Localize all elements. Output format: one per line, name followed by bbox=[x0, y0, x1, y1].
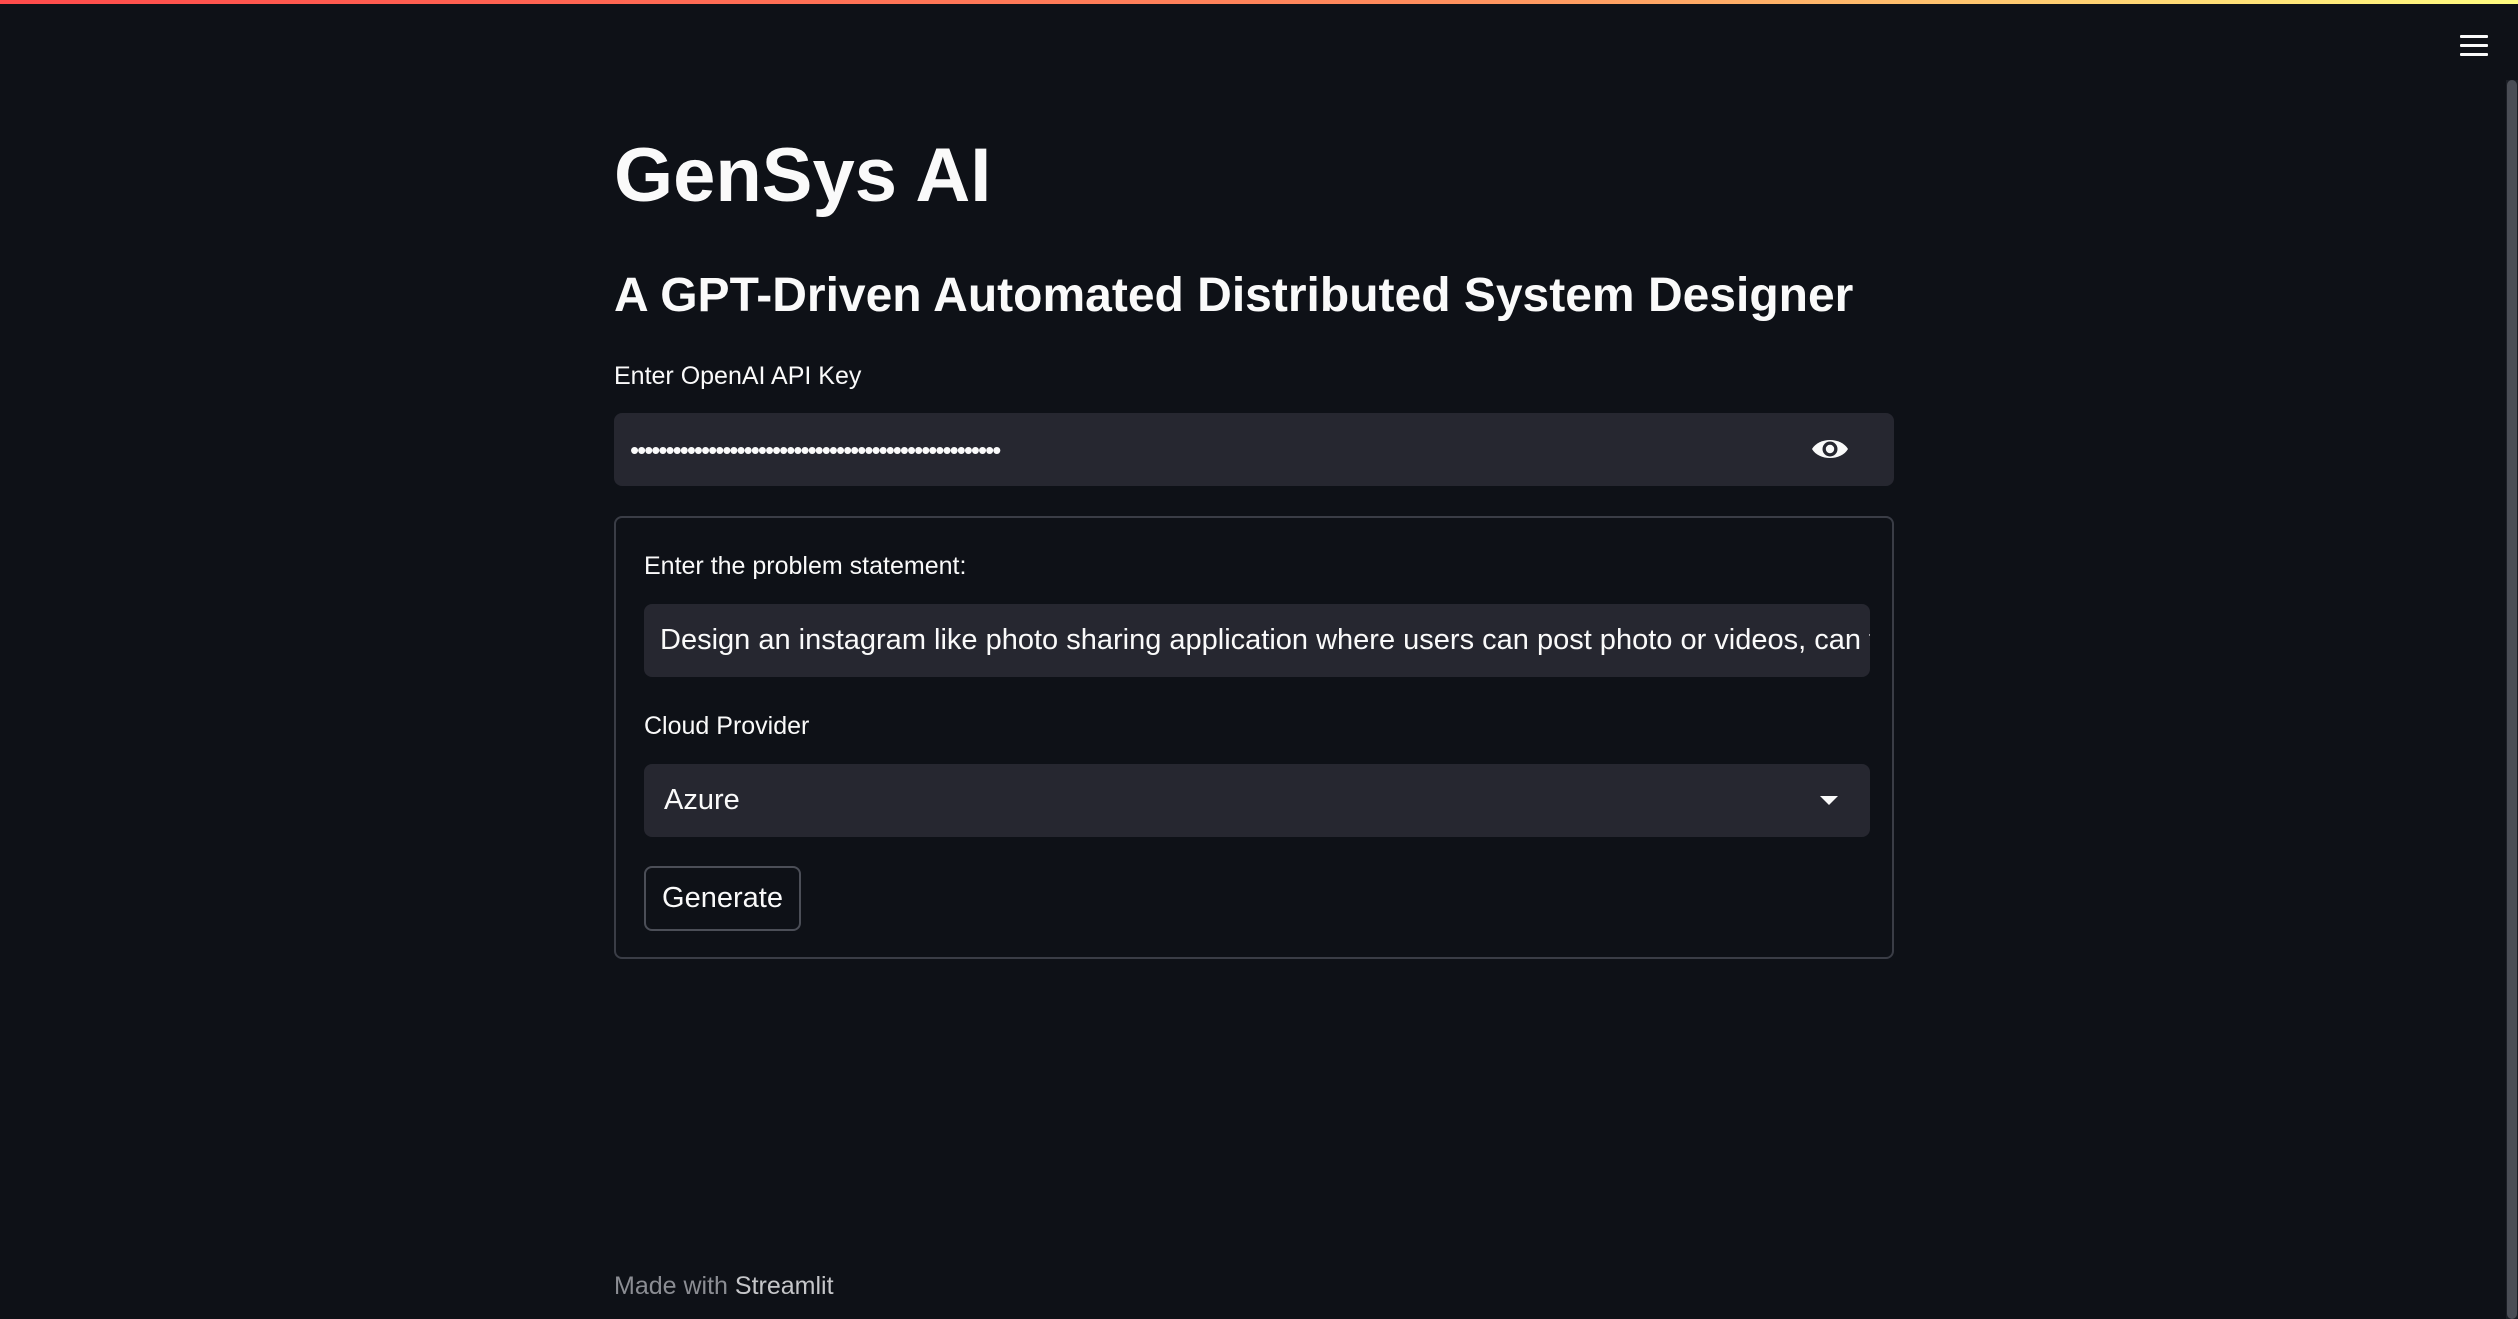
cloud-provider-label: Cloud Provider bbox=[644, 712, 810, 740]
cloud-provider-select[interactable]: Azure bbox=[644, 764, 1870, 837]
main-menu-button[interactable] bbox=[2456, 28, 2492, 64]
chevron-down-icon bbox=[1820, 796, 1838, 805]
footer: Made with Streamlit bbox=[614, 1270, 834, 1302]
problem-statement-value: Design an instagram like photo sharing a… bbox=[660, 624, 1870, 656]
generate-button[interactable]: Generate bbox=[644, 866, 801, 931]
page-subtitle: A GPT-Driven Automated Distributed Syste… bbox=[614, 269, 1854, 322]
hamburger-menu-line bbox=[2460, 53, 2488, 56]
api-key-label: Enter OpenAI API Key bbox=[614, 362, 862, 390]
show-password-button[interactable] bbox=[1810, 431, 1850, 467]
eye-icon bbox=[1812, 440, 1848, 458]
header-decoration-bar bbox=[0, 0, 2518, 4]
page-title: GenSys AI bbox=[614, 133, 992, 218]
footer-text: Made with bbox=[614, 1272, 735, 1300]
scrollbar-thumb[interactable] bbox=[2507, 80, 2517, 1319]
hamburger-menu-line bbox=[2460, 44, 2488, 47]
scrollbar[interactable] bbox=[2506, 80, 2518, 1319]
streamlit-link[interactable]: Streamlit bbox=[735, 1272, 834, 1300]
problem-statement-label: Enter the problem statement: bbox=[644, 552, 967, 580]
api-key-value: ••••••••••••••••••••••••••••••••••••••••… bbox=[630, 435, 1001, 465]
problem-statement-input[interactable]: Design an instagram like photo sharing a… bbox=[644, 604, 1870, 677]
api-key-input[interactable]: ••••••••••••••••••••••••••••••••••••••••… bbox=[614, 413, 1894, 486]
design-form: Enter the problem statement: Design an i… bbox=[614, 516, 1894, 959]
hamburger-menu-icon bbox=[2460, 35, 2488, 38]
cloud-provider-selected: Azure bbox=[664, 784, 740, 816]
